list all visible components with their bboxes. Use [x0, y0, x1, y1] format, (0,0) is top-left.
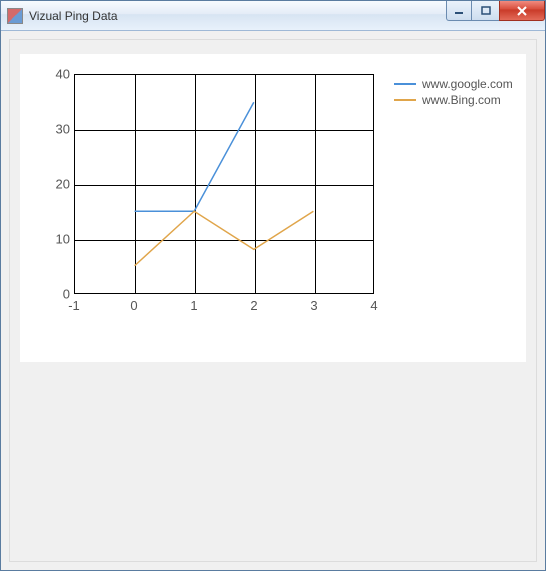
y-tick-label: 0	[34, 287, 70, 302]
minimize-icon	[454, 6, 464, 16]
legend-label: www.google.com	[422, 77, 513, 91]
x-tick-label: 4	[370, 298, 377, 313]
y-tick-label: 10	[34, 232, 70, 247]
chart-legend: www.google.com www.Bing.com	[394, 76, 513, 356]
x-tick-label: -1	[68, 298, 80, 313]
plot-area	[74, 74, 374, 294]
y-tick-label: 30	[34, 122, 70, 137]
legend-item: www.google.com	[394, 76, 513, 92]
legend-label: www.Bing.com	[422, 93, 501, 107]
app-window: Vizual Ping Data 40 30	[0, 0, 546, 571]
series-line-1	[135, 211, 314, 266]
titlebar[interactable]: Vizual Ping Data	[1, 1, 545, 31]
window-title: Vizual Ping Data	[29, 9, 118, 23]
legend-swatch	[394, 83, 416, 85]
x-tick-label: 1	[190, 298, 197, 313]
series-line-0	[135, 102, 254, 211]
legend-swatch	[394, 99, 416, 101]
x-tick-label: 0	[130, 298, 137, 313]
app-icon	[7, 8, 23, 24]
window-controls	[447, 1, 545, 21]
chart-lines	[75, 75, 373, 293]
close-button[interactable]	[499, 1, 545, 21]
x-tick-label: 3	[310, 298, 317, 313]
content-panel: 40 30 20 10 0 -1 0 1 2 3 4	[9, 39, 537, 562]
chart-panel: 40 30 20 10 0 -1 0 1 2 3 4	[20, 54, 526, 362]
x-tick-label: 2	[250, 298, 257, 313]
maximize-button[interactable]	[471, 1, 500, 21]
y-tick-label: 20	[34, 177, 70, 192]
minimize-button[interactable]	[446, 1, 472, 21]
close-icon	[516, 6, 528, 16]
legend-item: www.Bing.com	[394, 92, 513, 108]
y-tick-label: 40	[34, 67, 70, 82]
maximize-icon	[481, 6, 491, 16]
chart-plot: 40 30 20 10 0 -1 0 1 2 3 4	[34, 70, 386, 322]
client-area: 40 30 20 10 0 -1 0 1 2 3 4	[1, 31, 545, 570]
